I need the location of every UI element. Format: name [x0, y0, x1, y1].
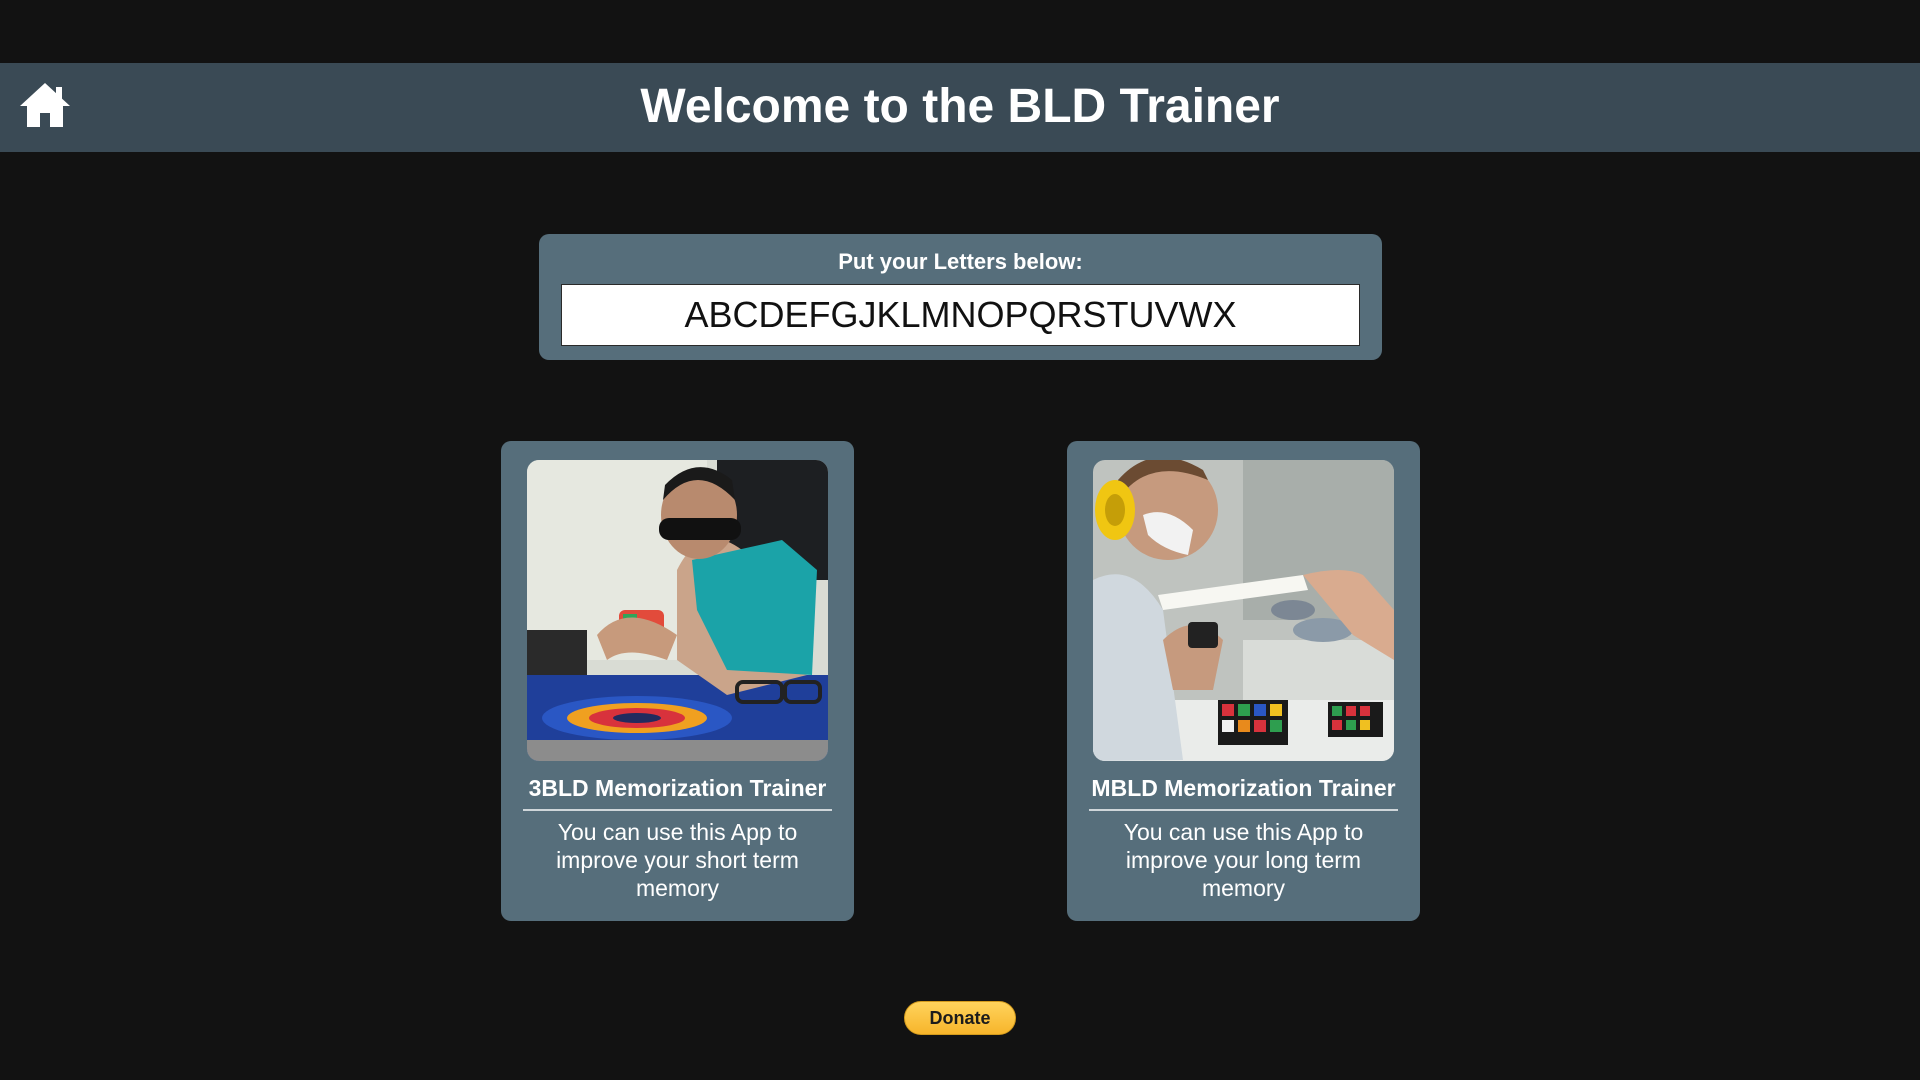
- donate-button[interactable]: Donate: [904, 1001, 1016, 1035]
- letters-input[interactable]: [561, 284, 1360, 346]
- page-title: Welcome to the BLD Trainer: [640, 80, 1280, 133]
- page: Welcome to the BLD Trainer Put your Lett…: [0, 0, 1920, 1080]
- letters-panel: Put your Letters below:: [539, 234, 1382, 360]
- card-image-3bld[interactable]: [527, 460, 828, 761]
- card-image-mbld[interactable]: [1093, 460, 1394, 761]
- card-title-mbld: MBLD Memorization Trainer: [1091, 775, 1396, 801]
- card-mbld-trainer[interactable]: MBLD Memorization Trainer You can use th…: [1067, 441, 1420, 921]
- letters-label: Put your Letters below:: [838, 249, 1083, 274]
- card-description-3bld: You can use this App to improve your sho…: [556, 819, 799, 901]
- header-bar: Welcome to the BLD Trainer: [0, 63, 1920, 152]
- card-divider: [1089, 809, 1398, 811]
- card-title-3bld: 3BLD Memorization Trainer: [528, 775, 827, 801]
- card-description-mbld: You can use this App to improve your lon…: [1123, 819, 1364, 901]
- card-divider: [523, 809, 832, 811]
- card-3bld-trainer[interactable]: 3BLD Memorization Trainer You can use th…: [501, 441, 854, 921]
